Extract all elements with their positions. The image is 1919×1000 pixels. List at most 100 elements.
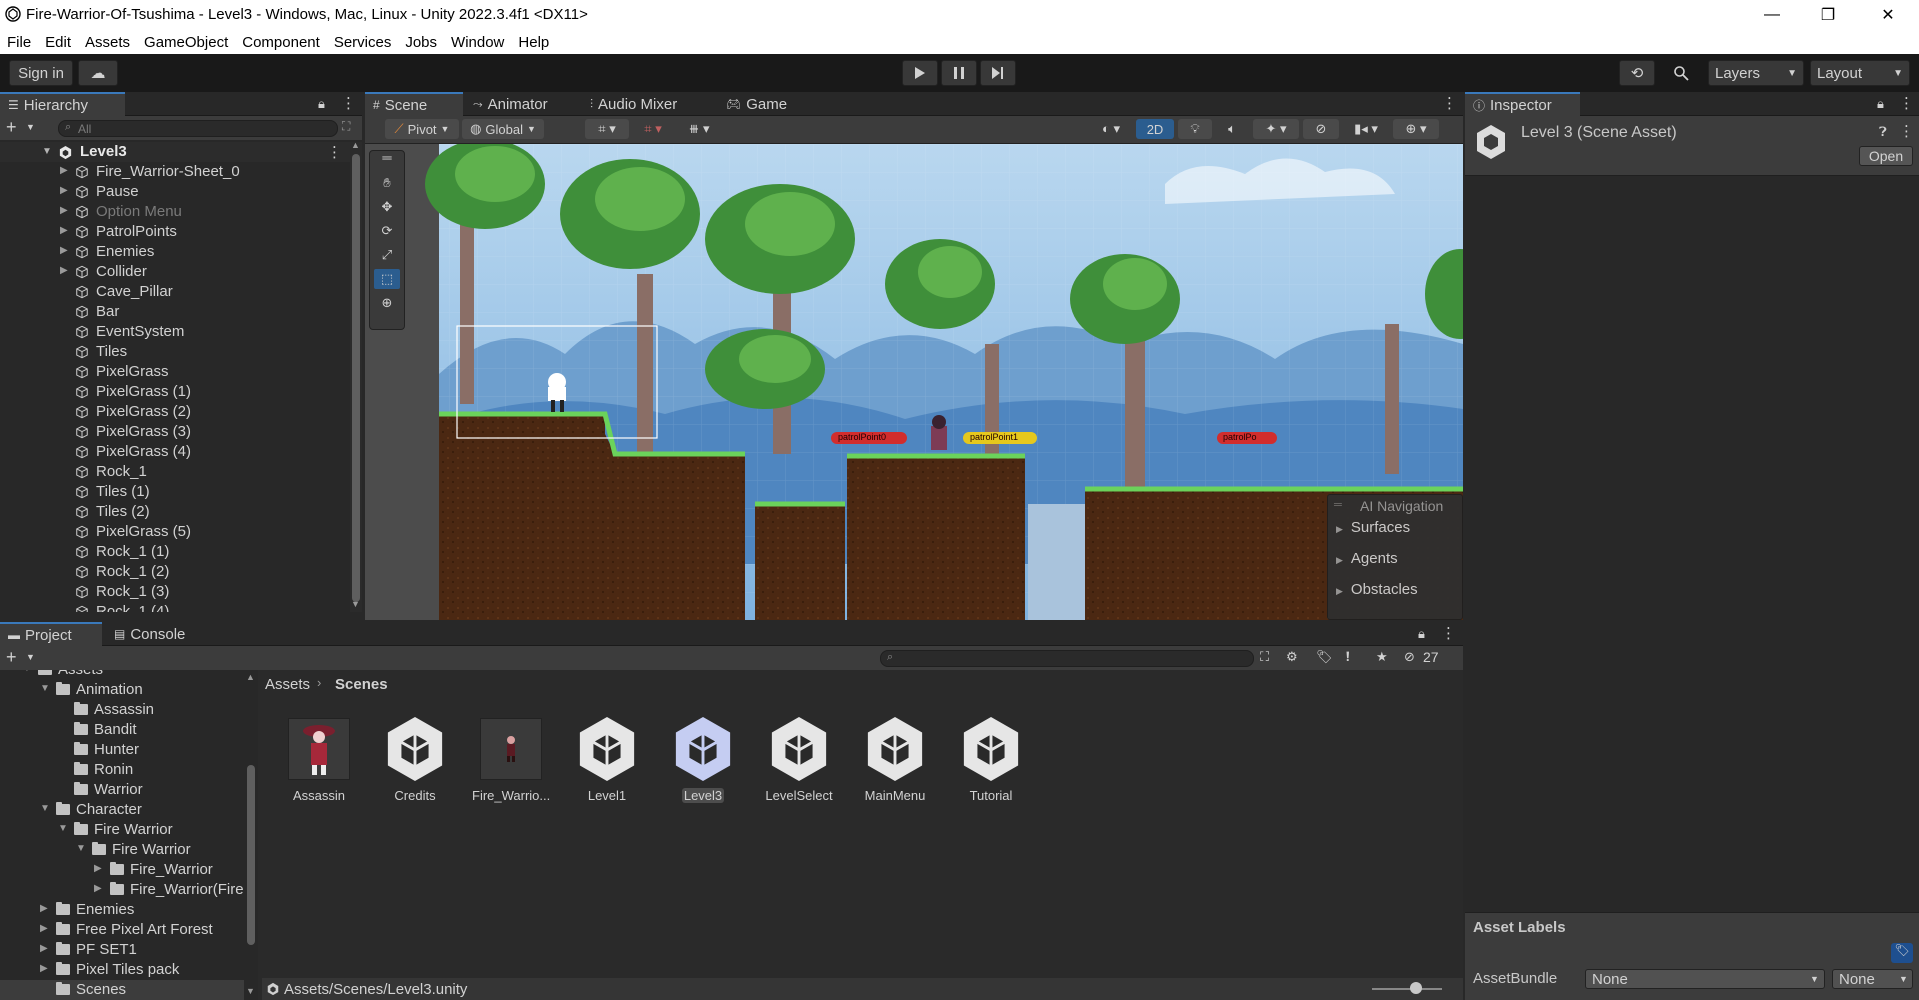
hierarchy-item[interactable]: PixelGrass (3) [0,422,352,442]
asset-item[interactable]: Level3 [664,717,742,803]
hand-tool-icon[interactable]: ✋︎ [374,173,400,193]
enemy-sprite[interactable] [931,415,947,450]
filter-by-type-icon[interactable]: ⚙ [1286,649,1298,665]
patrol-point-label[interactable]: patrolPo [1223,432,1257,442]
asset-item[interactable]: Credits [376,717,454,803]
hidden-packages-icon[interactable]: ⊘ [1404,649,1415,665]
expand-arrow-icon[interactable]: ▶ [60,225,68,236]
grid-snap-button[interactable]: ⌗ ▾ [585,119,629,139]
label-tag-button[interactable]: 🏷︎ [1891,943,1913,963]
hierarchy-item[interactable]: Tiles (1) [0,482,352,502]
project-folder-item[interactable]: ▶ Fire_Warrior(FireS [0,880,244,900]
expand-arrow-icon[interactable]: ▼ [58,823,68,834]
project-folder-item[interactable]: ▶ PF SET1 [0,940,244,960]
hierarchy-item[interactable]: Rock_1 (2) [0,562,352,582]
kebab-menu-icon[interactable]: ⋮ [1899,94,1914,112]
kebab-menu-icon[interactable]: ⋮ [341,94,356,112]
breadcrumb-assets[interactable]: Assets [265,676,310,693]
chevron-down-icon[interactable]: ▼ [26,652,35,662]
tab-audio-mixer[interactable]: ⫶ Audio Mixer [582,92,685,116]
project-folder-item[interactable]: ▶ Fire_Warrior [0,860,244,880]
move-tool-icon[interactable]: ✥ [374,197,400,217]
tab-hierarchy[interactable]: ☰ Hierarchy [0,92,125,116]
scroll-thumb[interactable] [247,765,255,945]
lock-icon[interactable]: 🔒︎ [318,96,325,112]
project-folder-item[interactable]: ▶ Free Pixel Art Forest [0,920,244,940]
grid-toggle-button[interactable]: ⌗ ▾ [633,119,673,139]
scroll-down-icon[interactable]: ▼ [246,986,255,996]
hierarchy-item[interactable]: ▶ Option Menu [0,202,352,222]
kebab-menu-icon[interactable]: ⋮ [1899,122,1914,140]
patrol-point-label[interactable]: patrolPoint1 [970,432,1018,442]
project-folder-item[interactable]: ▼ Fire Warrior [0,840,244,860]
expand-arrow-icon[interactable]: ▶ [60,165,68,176]
ai-nav-agents[interactable]: ▶ Agents [1336,550,1398,567]
expand-arrow-icon[interactable]: ▶ [60,205,68,216]
scale-tool-icon[interactable]: ⤢ [374,245,400,265]
drag-handle-icon[interactable]: ═ [374,150,400,165]
icon-size-slider-thumb[interactable] [1410,982,1422,994]
scroll-up-icon[interactable]: ▲ [246,672,255,682]
pause-button[interactable] [941,60,977,86]
effects-dropdown[interactable]: ✦ ▾ [1253,119,1299,139]
hierarchy-item[interactable]: ▶ Pause [0,182,352,202]
hierarchy-item[interactable]: PixelGrass (5) [0,522,352,542]
hierarchy-item[interactable]: Tiles [0,342,352,362]
add-icon[interactable]: + [6,117,17,138]
expand-arrow-icon[interactable]: ▶ [60,185,68,196]
rotate-tool-icon[interactable]: ⟳ [374,221,400,241]
hierarchy-item[interactable]: PixelGrass (4) [0,442,352,462]
hierarchy-item[interactable]: PixelGrass [0,362,352,382]
global-dropdown[interactable]: ◍ Global ▼ [462,119,544,139]
filter-icon[interactable]: ⛶ [342,119,350,134]
gizmos-dropdown[interactable]: ⊕ ▾ [1393,119,1439,139]
hierarchy-item[interactable]: Bar [0,302,352,322]
expand-arrow-icon[interactable]: ▼ [42,146,52,157]
asset-item[interactable]: Fire_Warrio... [472,718,550,803]
project-folder-item[interactable]: Bandit [0,720,244,740]
hierarchy-item[interactable]: Rock_1 [0,462,352,482]
kebab-menu-icon[interactable]: ⋮ [1441,624,1456,642]
lock-icon[interactable]: 🔒︎ [1877,96,1884,112]
transform-tool-icon[interactable]: ⊕ [374,293,400,313]
asset-item[interactable]: Level1 [568,717,646,803]
history-button[interactable]: ⟲ [1619,60,1655,86]
expand-arrow-icon[interactable]: ▶ [40,963,48,974]
project-folder-item[interactable]: Ronin [0,760,244,780]
hierarchy-item[interactable]: ▶ PatrolPoints [0,222,352,242]
icon-size-slider[interactable] [1372,988,1442,990]
hierarchy-item[interactable]: PixelGrass (1) [0,382,352,402]
project-search-input[interactable]: ⌕ [880,650,1254,667]
hierarchy-item[interactable]: ▶ Fire_Warrior-Sheet_0 [0,162,352,182]
warning-icon[interactable]: ❗︎ [1346,649,1350,665]
hierarchy-item[interactable]: ▶ Enemies [0,242,352,262]
hierarchy-scrollbar[interactable]: ▲ ▼ [350,140,362,612]
drag-handle-icon[interactable]: ═ [1334,499,1342,511]
expand-arrow-icon[interactable]: ▶ [60,245,68,256]
help-icon[interactable]: ❓︎ [1879,124,1887,140]
asset-bundle-dropdown[interactable]: None ▼ [1585,969,1825,989]
hierarchy-search-input[interactable]: ⌕ All [58,120,338,137]
maximize-icon[interactable]: ❐ [1805,0,1851,30]
menu-services[interactable]: Services [327,34,399,51]
menu-help[interactable]: Help [511,34,556,51]
tab-scene[interactable]: # Scene [365,92,463,116]
scene-viewport[interactable]: patrolPoint0 patrolPoint1 patrolPo ═ ✋︎ … [365,144,1463,620]
asset-variant-dropdown[interactable]: None ▼ [1832,969,1913,989]
hierarchy-item[interactable]: PixelGrass (2) [0,402,352,422]
play-button[interactable] [902,60,938,86]
project-folder-item[interactable]: ▼ Assets [0,670,244,680]
hierarchy-root-row[interactable]: ▼ Level3 ⋮ [0,142,352,162]
project-folder-item[interactable]: Warrior [0,780,244,800]
minimize-icon[interactable]: — [1749,0,1795,30]
hierarchy-item[interactable]: Rock_1 (1) [0,542,352,562]
step-button[interactable] [980,60,1016,86]
scroll-up-icon[interactable]: ▲ [351,140,360,150]
menu-assets[interactable]: Assets [78,34,137,51]
rect-tool-icon[interactable]: ⬚ [374,269,400,289]
project-folder-item[interactable]: ▶ Enemies [0,900,244,920]
tab-console[interactable]: ▤ Console [106,622,193,646]
favorites-star-icon[interactable]: ★ [1376,649,1388,665]
hierarchy-item[interactable]: Rock_1 (4) [0,602,352,612]
kebab-menu-icon[interactable]: ⋮ [327,143,342,161]
